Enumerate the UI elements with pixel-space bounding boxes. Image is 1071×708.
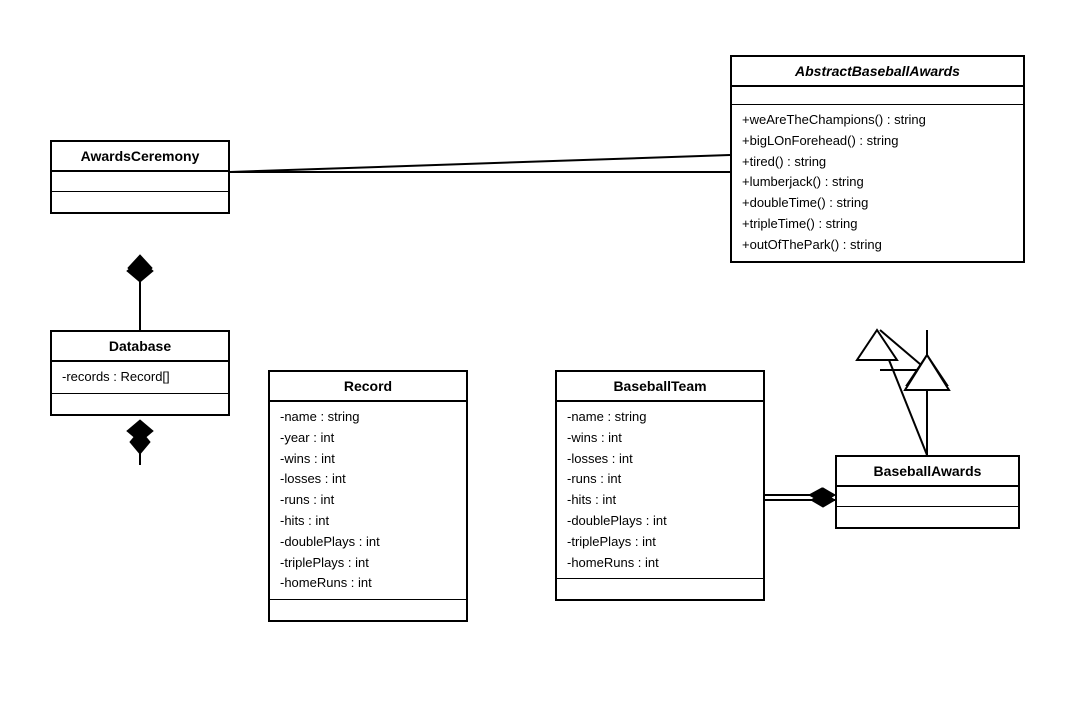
abstract-baseball-awards-empty [732,87,1023,105]
baseball-awards-header: BaseballAwards [837,457,1018,487]
abstract-baseball-awards-methods: +weAreTheChampions() : string +bigLOnFor… [732,105,1023,261]
baseball-team-class: BaseballTeam -name : string -wins : int … [555,370,765,601]
baseball-team-attributes: -name : string -wins : int -losses : int… [557,402,763,579]
baseball-team-header: BaseballTeam [557,372,763,402]
database-header: Database [52,332,228,362]
awards-ceremony-section1 [52,172,228,192]
abstract-baseball-awards-class: AbstractBaseballAwards +weAreTheChampion… [730,55,1025,263]
record-class: Record -name : string -year : int -wins … [268,370,468,622]
abstract-baseball-awards-header: AbstractBaseballAwards [732,57,1023,87]
baseball-team-section2 [557,579,763,599]
awards-ceremony-section2 [52,192,228,212]
diagram-container: AbstractBaseballAwards (left, ~y=155) --… [0,0,1071,708]
database-attributes: -records : Record[] [52,362,228,394]
record-section2 [270,600,466,620]
record-attributes: -name : string -year : int -wins : int -… [270,402,466,600]
baseball-awards-section2 [837,507,1018,527]
record-header: Record [270,372,466,402]
database-class: Database -records : Record[] [50,330,230,416]
baseball-awards-section1 [837,487,1018,507]
baseball-awards-class: BaseballAwards [835,455,1020,529]
awards-ceremony-class: AwardsCeremony [50,140,230,214]
awards-ceremony-header: AwardsCeremony [52,142,228,172]
database-section2 [52,394,228,414]
